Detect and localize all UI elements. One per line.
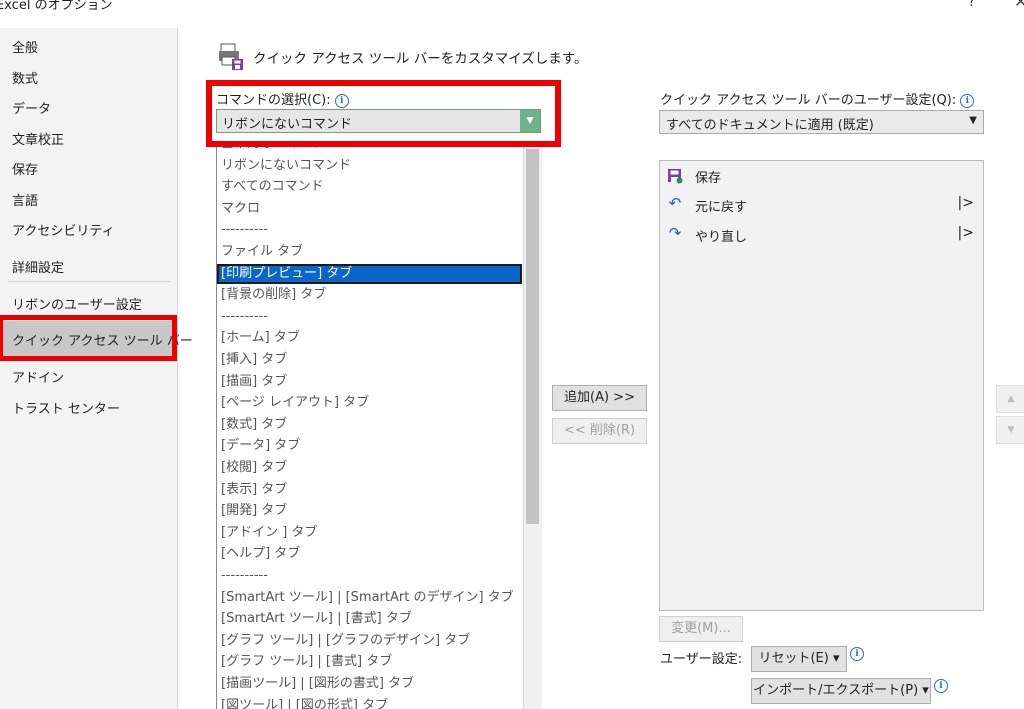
window-title: Excel のオプション bbox=[0, 0, 113, 13]
list-item[interactable]: [アドイン ] タブ bbox=[217, 523, 522, 543]
list-item[interactable]: [挿入] タブ bbox=[217, 350, 522, 370]
sidebar-divider bbox=[8, 281, 170, 282]
list-item[interactable]: [グラフ ツール] | [書式] タブ bbox=[217, 652, 522, 672]
submenu-arrow-icon[interactable]: |> bbox=[958, 225, 974, 241]
redo-icon: ↷ bbox=[668, 224, 682, 242]
info-icon[interactable]: i bbox=[934, 679, 948, 693]
undo-icon: ↶ bbox=[668, 194, 682, 212]
sidebar-red-highlight-box bbox=[0, 315, 177, 361]
list-separator: ---------- bbox=[221, 568, 268, 583]
commands-scrollbar[interactable] bbox=[523, 147, 542, 709]
dropdown-red-highlight-box bbox=[206, 80, 561, 147]
qat-customize-label-text: クイック アクセス ツール バーのユーザー設定(Q): bbox=[660, 93, 957, 108]
options-sidebar: 全般 数式 データ 文章校正 保存 言語 アクセシビリティ 詳細設定 リボンのユ… bbox=[0, 28, 193, 709]
list-item[interactable]: ファイル タブ bbox=[217, 242, 522, 262]
qat-customize-icon bbox=[219, 43, 243, 70]
qat-item-redo[interactable]: ↷ やり直し |> bbox=[666, 224, 976, 246]
list-item[interactable]: [校閲] タブ bbox=[217, 458, 522, 478]
list-item[interactable]: [データ] タブ bbox=[217, 436, 522, 456]
submenu-arrow-icon[interactable]: |> bbox=[958, 195, 974, 211]
scrollbar-thumb[interactable] bbox=[526, 149, 539, 524]
modify-button[interactable]: 変更(M)... bbox=[659, 616, 743, 642]
add-button[interactable]: 追加(A) >> bbox=[552, 385, 647, 411]
sidebar-item-addins[interactable]: アドイン bbox=[12, 367, 64, 386]
list-item[interactable]: [開発] タブ bbox=[217, 501, 522, 521]
list-separator: ---------- bbox=[221, 308, 268, 324]
list-item[interactable]: マクロ bbox=[217, 199, 522, 219]
qat-scope-dropdown[interactable]: すべてのドキュメントに適用 (既定) ▼ bbox=[659, 110, 984, 134]
list-item[interactable]: [描画ツール] | [図形の書式] タブ bbox=[217, 674, 522, 694]
move-down-button[interactable]: ▼ bbox=[996, 416, 1024, 444]
list-item[interactable]: [印刷プレビュー] タブ bbox=[217, 263, 522, 284]
sidebar-item-proofing[interactable]: 文章校正 bbox=[12, 129, 64, 148]
info-icon[interactable]: i bbox=[960, 93, 975, 108]
list-item[interactable]: [数式] タブ bbox=[217, 415, 522, 435]
list-item[interactable]: すべてのコマンド bbox=[217, 177, 522, 197]
remove-button[interactable]: << 削除(R) bbox=[552, 418, 647, 444]
commands-dropdown-list[interactable]: 基本的なコマンドリボンにないコマンドすべてのコマンドマクロ ---------- フ… bbox=[216, 147, 524, 709]
qat-commands-list[interactable]: 保存 ↶ 元に戻す |> ↷ やり直し |> bbox=[659, 160, 984, 611]
sidebar-item-formulas[interactable]: 数式 bbox=[12, 68, 38, 87]
qat-item-label: やり直し bbox=[695, 230, 748, 245]
list-item[interactable]: [ホーム] タブ bbox=[217, 328, 522, 348]
sidebar-item-trust-center[interactable]: トラスト センター bbox=[12, 398, 120, 417]
sidebar-item-advanced[interactable]: 詳細設定 bbox=[12, 257, 64, 276]
list-item[interactable]: [図ツール] | [図の形式] タブ bbox=[217, 696, 522, 709]
list-item[interactable]: [グラフ ツール] | [グラフのデザイン] タブ bbox=[217, 631, 522, 651]
move-up-button[interactable]: ▲ bbox=[996, 385, 1024, 413]
qat-item-save[interactable]: 保存 bbox=[666, 165, 976, 187]
qat-item-undo[interactable]: ↶ 元に戻す |> bbox=[666, 194, 976, 216]
list-item[interactable]: [SmartArt ツール] | [SmartArt のデザイン] タブ bbox=[217, 588, 522, 608]
page-title: クイック アクセス ツール バーをカスタマイズします。 bbox=[253, 51, 588, 67]
info-icon[interactable]: i bbox=[850, 647, 864, 661]
sidebar-item-accessibility[interactable]: アクセシビリティ bbox=[12, 220, 115, 239]
sidebar-item-save[interactable]: 保存 bbox=[12, 159, 38, 178]
qat-item-label: 保存 bbox=[695, 171, 722, 186]
qat-scope-selected-value: すべてのドキュメントに適用 (既定) bbox=[666, 118, 874, 133]
help-button[interactable]: ? bbox=[968, 0, 975, 10]
list-item[interactable]: [表示] タブ bbox=[217, 480, 522, 500]
sidebar-item-customize-ribbon[interactable]: リボンのユーザー設定 bbox=[12, 294, 142, 313]
dropdown-arrow-icon[interactable]: ▼ bbox=[969, 115, 977, 126]
list-item[interactable]: [背景の削除] タブ bbox=[217, 285, 522, 305]
sidebar-item-language[interactable]: 言語 bbox=[12, 190, 38, 209]
sidebar-item-data[interactable]: データ bbox=[12, 98, 51, 117]
import-export-button[interactable]: インポート/エクスポート(P) ▾ bbox=[751, 678, 931, 704]
close-button[interactable]: ✕ bbox=[1014, 0, 1024, 11]
list-item[interactable]: [描画] タブ bbox=[217, 372, 522, 392]
save-icon bbox=[668, 169, 683, 184]
qat-customize-label: クイック アクセス ツール バーのユーザー設定(Q): i bbox=[660, 89, 975, 108]
list-item[interactable]: リボンにないコマンド bbox=[217, 156, 522, 176]
list-item[interactable]: [ページ レイアウト] タブ bbox=[217, 393, 522, 413]
sidebar-item-general[interactable]: 全般 bbox=[12, 37, 38, 56]
list-item[interactable]: [SmartArt ツール] | [書式] タブ bbox=[217, 609, 522, 629]
qat-item-label: 元に戻す bbox=[695, 200, 748, 215]
list-item[interactable]: [ヘルプ] タブ bbox=[217, 544, 522, 564]
list-item[interactable]: 基本的なコマンド bbox=[217, 147, 522, 154]
reset-button[interactable]: リセット(E) ▾ bbox=[751, 646, 847, 672]
list-separator: ---------- bbox=[221, 222, 268, 238]
user-settings-label: ユーザー設定: bbox=[660, 652, 743, 667]
